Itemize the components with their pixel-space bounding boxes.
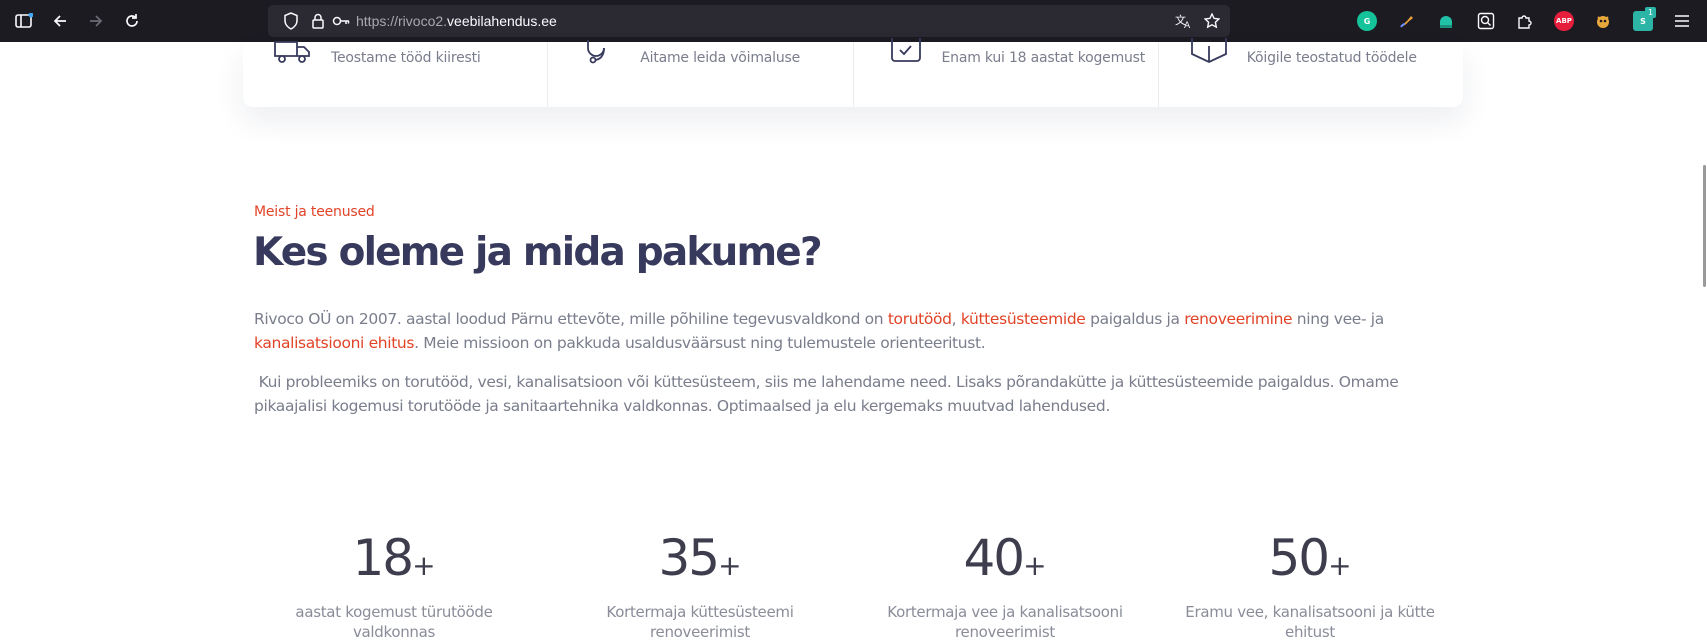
stat-number: 50+ [1268,529,1352,587]
translate-icon[interactable]: 文A [1174,11,1194,31]
link-kuttesusteemide[interactable]: küttesüsteemide [961,310,1086,328]
section-eyebrow: Meist ja teenused [254,204,375,220]
about-paragraph-1: Rivoco OÜ on 2007. aastal loodud Pärnu e… [254,307,1434,355]
feature-item: Teostame tööd kiiresti [243,41,549,107]
about-paragraph-2: Kui probleemiks on torutööd, vesi, kanal… [254,373,1404,415]
stat-label: aastat kogemust türutööde valdkonnas [295,603,493,640]
reload-icon[interactable] [120,9,144,33]
bubble-extension-icon[interactable] [1436,11,1456,31]
stat-item: 50+ Eramu vee, kanalisatsooni ja kütte e… [1180,530,1440,640]
url-text[interactable]: https://rivoco2.veebilahendus.ee [356,13,557,29]
extension-badge: 1 [1645,7,1656,18]
lock-icon[interactable] [308,11,328,31]
url-bar[interactable]: https://rivoco2.veebilahendus.ee 文A [268,5,1230,37]
headset-icon [587,40,606,64]
paragraph-text: ning vee- ja [1292,310,1384,328]
browser-toolbar: https://rivoco2.veebilahendus.ee 文A G AB… [0,0,1707,42]
feature-text: Enam kui 18 aastat kogemust [941,50,1146,66]
adblock-plus-icon[interactable]: ABP [1554,11,1574,31]
paragraph-text: , [951,310,961,328]
features-card: Teostame tööd kiiresti Aitame leida võim… [243,38,1463,107]
link-renoveerimine[interactable]: renoveerimine [1184,310,1292,328]
grammarly-icon[interactable]: G [1357,11,1377,31]
back-icon[interactable] [48,9,72,33]
forward-icon[interactable] [84,9,108,33]
stat-number: 18+ [352,529,436,587]
clipboard-check-icon [890,38,921,62]
link-kanalisatsiooni-ehitus[interactable]: kanalisatsiooni ehitus [254,334,414,352]
shield-icon[interactable] [281,11,301,31]
feature-text: Aitame leida võimaluse [640,50,801,66]
section-title: Kes oleme ja mida pakume? [253,230,823,275]
stat-item: 40+ Kortermaja vee ja kanalisatsooni ren… [875,530,1135,640]
extensions-puzzle-icon[interactable] [1515,11,1535,31]
feature-item: Aitame leida võimaluse [548,40,854,107]
svg-text:A: A [1184,21,1191,29]
feature-item: Enam kui 18 aastat kogemust [854,38,1159,107]
stat-number: 40+ [963,529,1047,587]
brush-extension-icon[interactable] [1397,11,1417,31]
sidebar-toggle-icon[interactable] [12,9,36,33]
stat-item: 18+ aastat kogemust türutööde valdkonnas [264,530,524,640]
delivery-truck-icon [274,41,310,63]
box-icon [1190,38,1227,63]
paragraph-text: . Meie missioon on pakkuda usaldusväärsu… [414,334,986,352]
stat-label: Kortermaja vee ja kanalisatsooni renovee… [887,603,1123,640]
feature-text: Kõigile teostatud töödele [1246,50,1417,66]
page-scrollbar[interactable] [1703,165,1706,287]
paragraph-text: Rivoco OÜ on 2007. aastal loodud Pärnu e… [254,310,888,328]
stat-label: Kortermaja küttesüsteemi renoveerimist [606,603,794,640]
tampermonkey-icon[interactable] [1593,11,1613,31]
feature-item: Kõigile teostatud töödele [1159,38,1463,107]
key-icon[interactable] [331,11,351,31]
search-page-icon[interactable] [1476,11,1496,31]
paragraph-text: paigaldus ja [1085,310,1185,328]
feature-text: Teostame tööd kiiresti [331,50,481,66]
menu-hamburger-icon[interactable] [1670,9,1694,33]
stat-number: 35+ [658,529,742,587]
bookmark-star-icon[interactable] [1202,11,1222,31]
stat-label: Eramu vee, kanalisatsooni ja kütte ehitu… [1185,603,1435,640]
link-torutood[interactable]: torutööd [888,310,952,328]
stat-item: 35+ Kortermaja küttesüsteemi renoveerimi… [570,530,830,640]
